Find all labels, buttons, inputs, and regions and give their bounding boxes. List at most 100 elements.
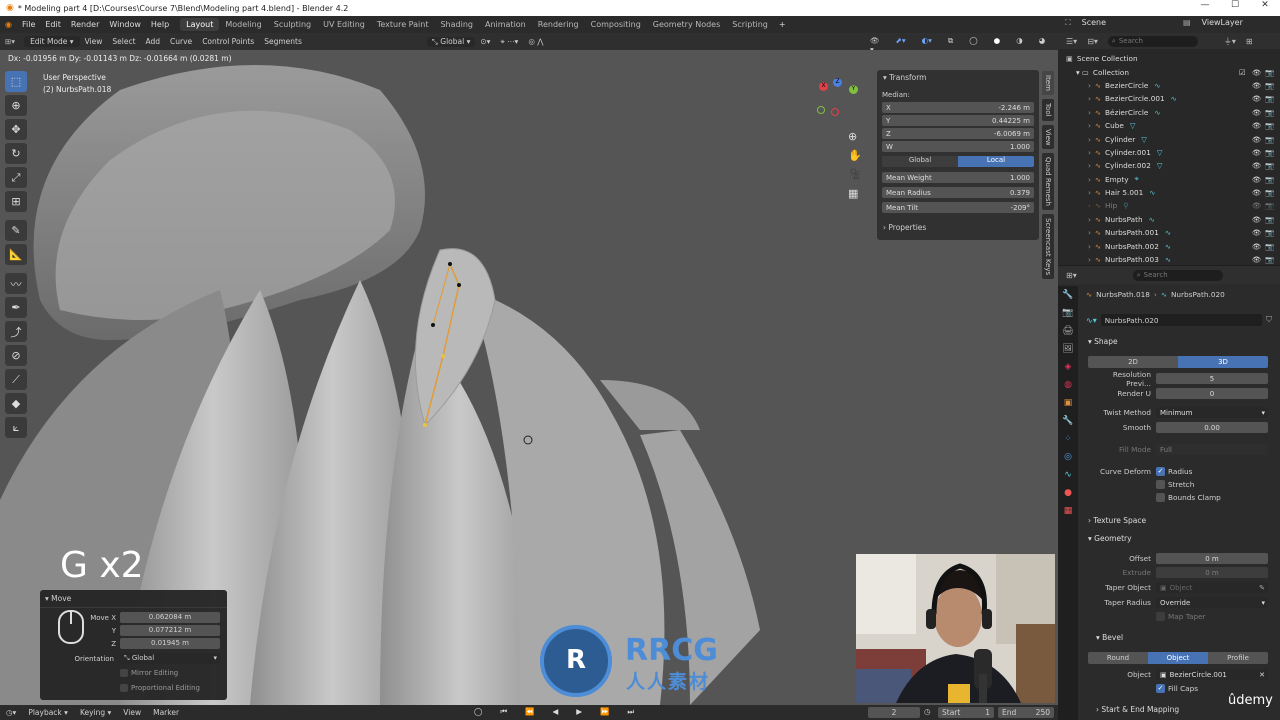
gizmo-neg-y[interactable]	[817, 106, 825, 114]
tab-quad-remesh[interactable]: Quad Remesh	[1042, 153, 1054, 211]
visibility-eye-icon[interactable]: 👁	[1252, 135, 1261, 144]
scale-tool-icon[interactable]: ⤢	[5, 167, 27, 188]
draw-tool-icon[interactable]: 〰	[5, 273, 27, 294]
render-camera-icon[interactable]: 📷	[1265, 255, 1274, 264]
gizmo-y-axis[interactable]: Y	[849, 85, 858, 94]
measure-tool-icon[interactable]: 📐	[5, 244, 27, 265]
data-icon[interactable]: ∿	[1165, 228, 1171, 237]
tab-screencast-keys[interactable]: Screencast Keys	[1042, 214, 1054, 280]
navigation-gizmo[interactable]: X Z Y	[815, 78, 865, 118]
jump-keyframe-back-icon[interactable]: ⏪	[519, 707, 540, 717]
fill-mode-select[interactable]: Full	[1156, 444, 1268, 455]
visibility-eye-icon[interactable]: 👁	[1252, 148, 1261, 157]
mirror-editing-row[interactable]: Mirror Editing	[120, 669, 178, 677]
expand-arrow-icon[interactable]: ›	[1088, 161, 1091, 170]
mirror-editing-checkbox[interactable]	[120, 669, 128, 677]
local-space-button[interactable]: Local	[958, 156, 1034, 167]
twist-method-select[interactable]: Minimum ▾	[1156, 407, 1268, 418]
median-y-field[interactable]: Y 0.44225 m	[882, 115, 1034, 126]
visibility-eye-icon[interactable]: 👁	[1252, 228, 1261, 237]
outliner-item[interactable]: › ∿ Hair 5.001 ∿ 👁 📷	[1066, 186, 1280, 199]
render-u-field[interactable]: 0	[1156, 388, 1268, 399]
tool-tab-icon[interactable]: 🔧	[1061, 290, 1075, 304]
bevel-profile-button[interactable]: Profile	[1208, 652, 1268, 664]
fill-caps-checkbox[interactable]: ✓	[1156, 684, 1165, 693]
smooth-field[interactable]: 0.00	[1156, 422, 1268, 433]
outliner-item[interactable]: › ∿ NurbsPath.002 ∿ 👁 📷	[1066, 239, 1280, 252]
start-frame-field[interactable]: Start 1	[938, 707, 994, 718]
move-y-field[interactable]: 0.077212 m	[120, 625, 220, 636]
outliner-search-input[interactable]: ⌕ Search	[1107, 35, 1198, 47]
data-icon[interactable]: ∿	[1154, 108, 1160, 117]
proportional-editing-checkbox[interactable]	[120, 684, 128, 692]
render-camera-icon[interactable]: 📷	[1265, 148, 1274, 157]
datablock-name-field[interactable]: NurbsPath.020	[1100, 314, 1262, 326]
bounds-clamp-checkbox[interactable]	[1156, 493, 1165, 502]
select-box-tool-icon[interactable]: ⬚	[5, 71, 27, 92]
taper-object-field[interactable]: ▣ Object ✎	[1156, 582, 1268, 593]
bevel-panel-header[interactable]: ▾ Bevel	[1096, 633, 1123, 642]
geometry-panel-header[interactable]: ▾ Geometry	[1088, 534, 1132, 543]
render-camera-icon[interactable]: 📷	[1265, 108, 1274, 117]
menu-control-points[interactable]: Control Points	[197, 37, 259, 46]
render-camera-icon[interactable]: 📷	[1265, 242, 1274, 251]
add-workspace-button[interactable]: +	[774, 20, 791, 29]
play-icon[interactable]: ▶	[570, 707, 588, 717]
jump-start-icon[interactable]: ⏮	[494, 707, 513, 717]
eyedropper-icon[interactable]: ✎	[1259, 584, 1268, 592]
extrude-field[interactable]: 0 m	[1156, 567, 1268, 578]
visibility-eye-icon[interactable]: 👁	[1252, 215, 1261, 224]
render-camera-icon[interactable]: 📷	[1265, 228, 1274, 237]
move-z-field[interactable]: 0.01945 m	[120, 638, 220, 649]
visibility-eye-icon[interactable]: 👁	[1252, 121, 1261, 130]
annotate-tool-icon[interactable]: ✎	[5, 220, 27, 241]
collection-render-icon[interactable]: 📷	[1265, 68, 1274, 77]
expand-arrow-icon[interactable]: ›	[1088, 135, 1091, 144]
data-icon[interactable]: ▽	[1141, 135, 1147, 144]
breadcrumb-object[interactable]: NurbsPath.018	[1096, 290, 1150, 299]
transform-orientation-selector[interactable]: ⤡ Global ▾	[426, 36, 476, 47]
outliner-item[interactable]: › ∿ Empty ⌖ 👁 📷	[1066, 173, 1280, 186]
render-camera-icon[interactable]: 📷	[1265, 201, 1274, 210]
expand-arrow-icon[interactable]: ›	[1088, 215, 1091, 224]
proportional-edit-icon[interactable]: ◎ ⋀	[523, 37, 548, 46]
menu-file[interactable]: File	[17, 20, 40, 29]
bevel-object-button[interactable]: Object	[1148, 652, 1208, 664]
randomize-tool-icon[interactable]: ◆	[5, 393, 27, 414]
blender-menu-icon[interactable]: ◉	[0, 20, 17, 29]
material-tab-icon[interactable]: ●	[1061, 488, 1075, 502]
data-icon[interactable]: ∿	[1165, 255, 1171, 264]
global-space-button[interactable]: Global	[882, 156, 958, 167]
outliner-item[interactable]: › ∿ BézierCircle ∿ 👁 📷	[1066, 106, 1280, 119]
gizmo-x-axis[interactable]: X	[819, 82, 828, 91]
stretch-checkbox[interactable]	[1156, 480, 1165, 489]
workspace-tab-scripting[interactable]: Scripting	[726, 18, 774, 31]
transform-tool-icon[interactable]: ⊞	[5, 191, 27, 212]
median-z-field[interactable]: Z -6.0069 m	[882, 128, 1034, 139]
camera-view-icon[interactable]: 🎥	[848, 168, 862, 181]
median-x-field[interactable]: X -2.246 m	[882, 102, 1034, 113]
outliner-item[interactable]: › ∿ BezierCircle.001 ∿ 👁 📷	[1066, 92, 1280, 105]
minimize-button[interactable]: —	[1190, 0, 1220, 16]
menu-add[interactable]: Add	[141, 37, 166, 46]
bevel-object-field[interactable]: ▣ BezierCircle.001 ✕	[1156, 669, 1268, 680]
play-reverse-icon[interactable]: ◀	[547, 707, 565, 717]
render-camera-icon[interactable]: 📷	[1265, 215, 1274, 224]
visibility-eye-icon[interactable]: 👁	[1252, 94, 1261, 103]
proportional-editing-row[interactable]: Proportional Editing	[120, 684, 200, 692]
visibility-eye-icon[interactable]: 👁	[1252, 81, 1261, 90]
menu-select[interactable]: Select	[107, 37, 140, 46]
menu-keying[interactable]: Keying ▾	[74, 708, 117, 717]
data-icon[interactable]: ∿	[1149, 188, 1155, 197]
render-camera-icon[interactable]: 📷	[1265, 121, 1274, 130]
menu-help[interactable]: Help	[146, 20, 174, 29]
data-icon[interactable]: ▽	[1157, 148, 1163, 157]
close-button[interactable]: ✕	[1250, 0, 1280, 16]
workspace-tab-sculpting[interactable]: Sculpting	[268, 18, 317, 31]
data-icon[interactable]: ∿	[1149, 215, 1155, 224]
data-icon[interactable]: ▽	[1157, 161, 1163, 170]
data-icon[interactable]: ∿	[1165, 242, 1171, 251]
outliner-item[interactable]: › ∿ Hip ⚲ 👁 📷	[1066, 199, 1280, 212]
expand-arrow-icon[interactable]: ›	[1088, 228, 1091, 237]
expand-arrow-icon[interactable]: ›	[1088, 108, 1091, 117]
